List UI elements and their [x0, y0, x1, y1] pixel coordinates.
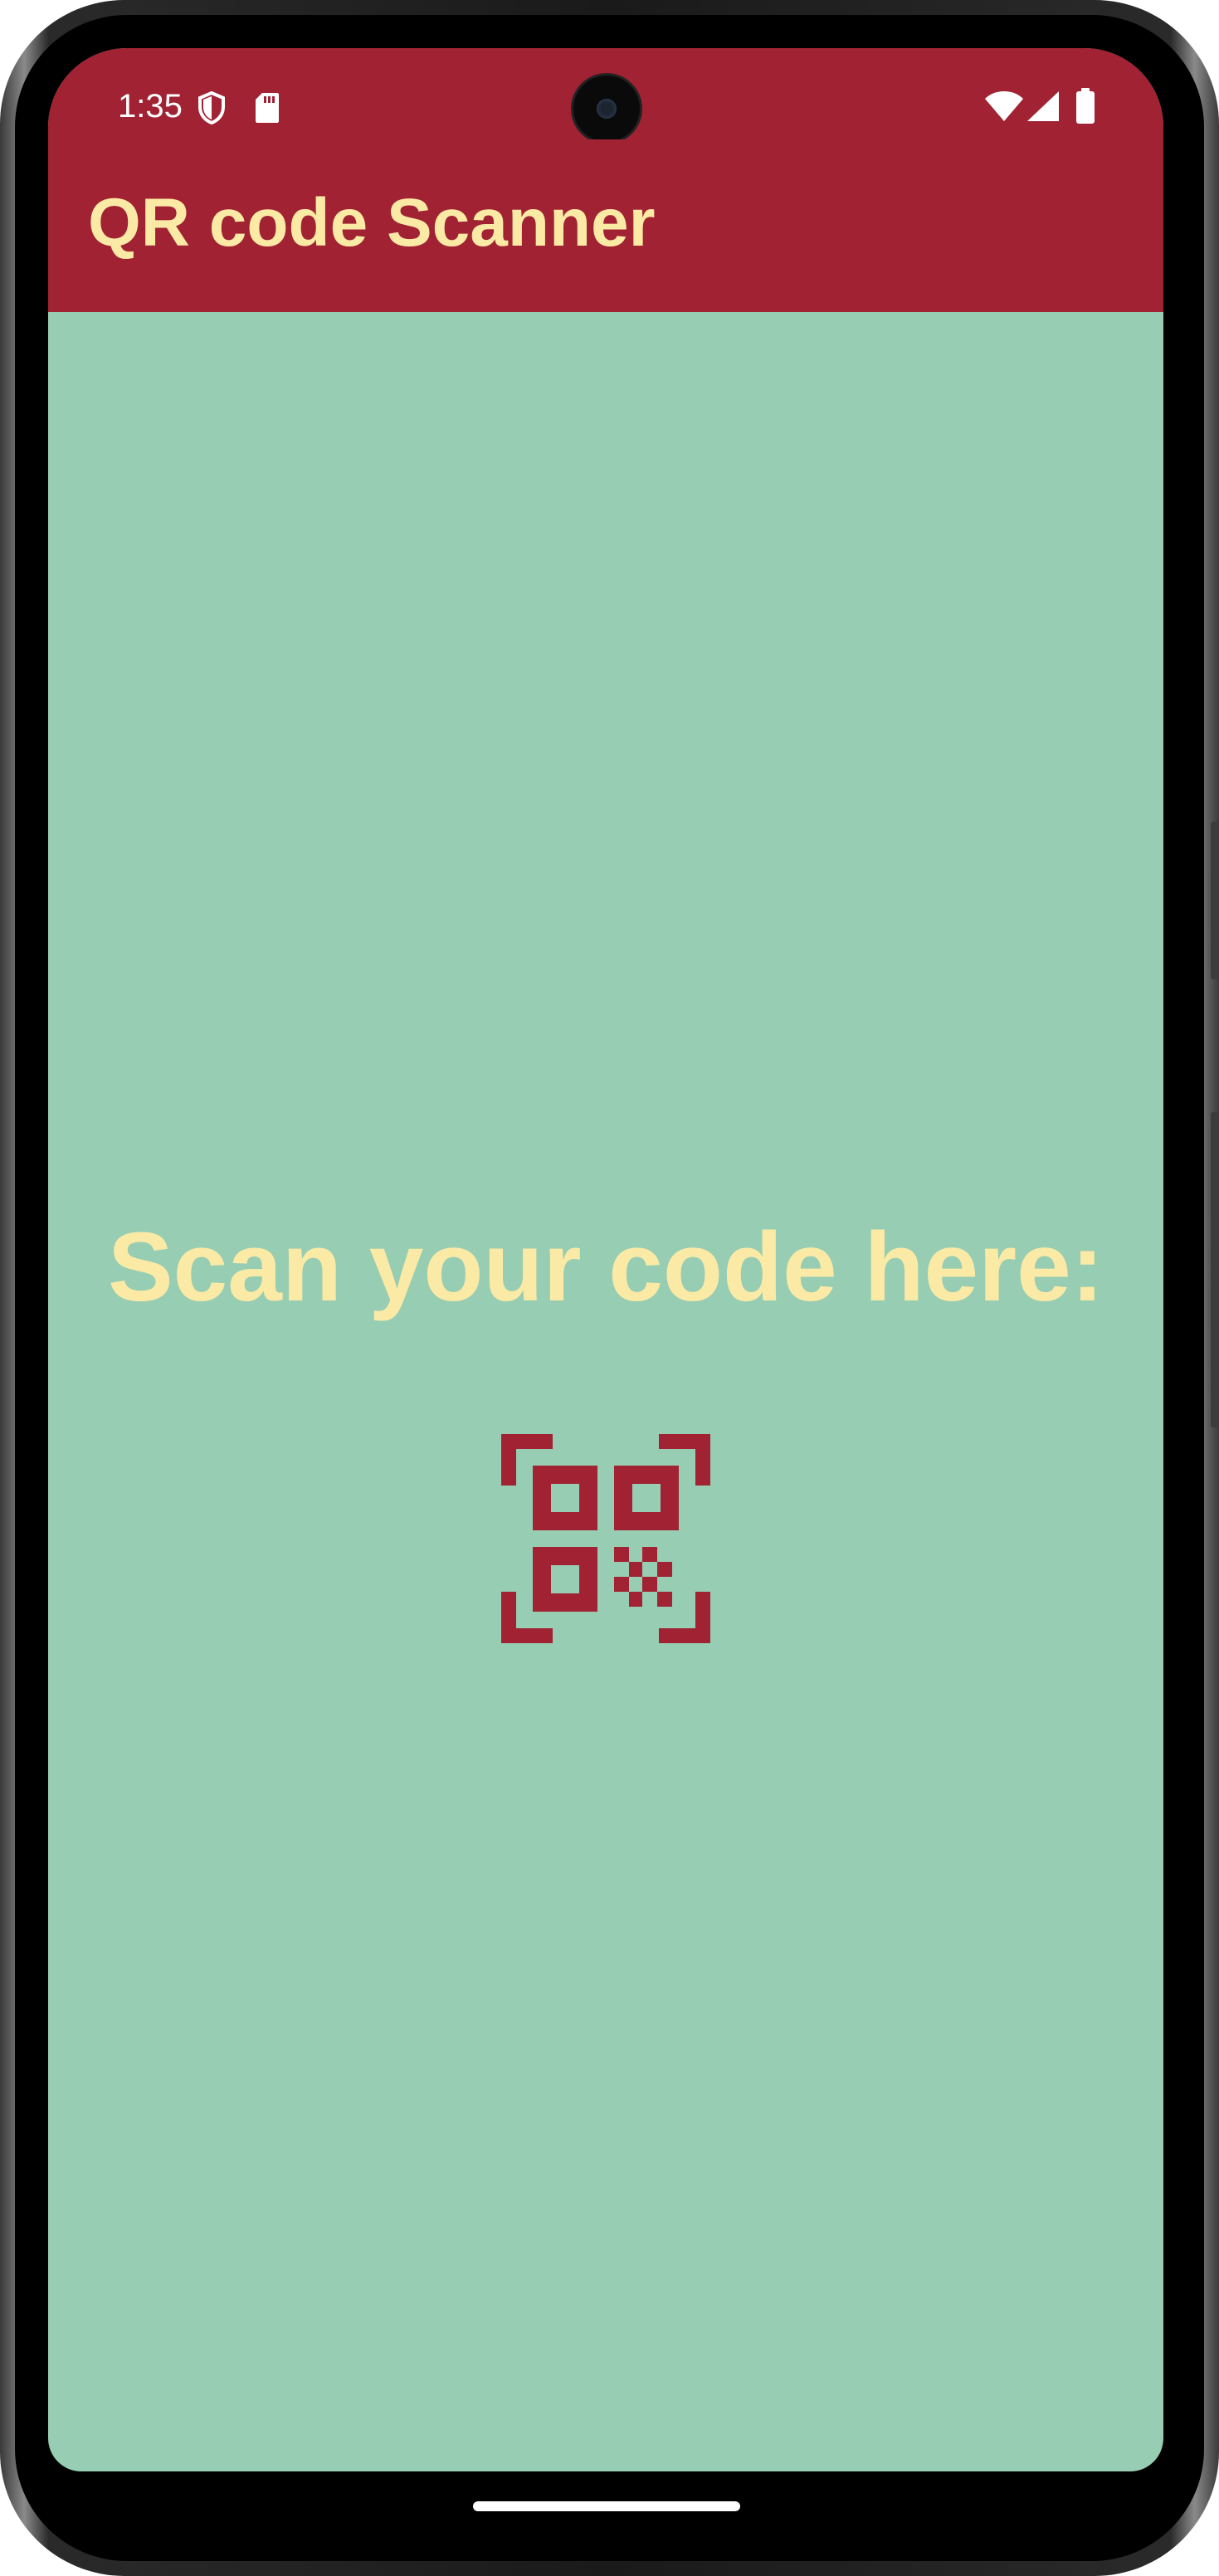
wifi-icon [984, 90, 1024, 127]
scan-prompt: Scan your code here: [107, 1212, 1104, 1322]
qr-code-scanner-icon[interactable] [501, 1434, 710, 1643]
cellular-signal-icon [1026, 90, 1061, 127]
power-button [1211, 822, 1219, 979]
app-bar: QR code Scanner [48, 139, 1163, 312]
status-time: 1:35 [118, 88, 183, 124]
volume-button [1211, 1112, 1219, 1427]
screen: 1:35 QR code Scanner Scan your code here… [48, 48, 1163, 2471]
status-bar: 1:35 [48, 48, 1163, 144]
front-camera [571, 73, 642, 144]
app-title: QR code Scanner [88, 185, 656, 261]
gesture-nav-bar [48, 2471, 1163, 2546]
battery-icon [1075, 88, 1095, 129]
main-content: Scan your code here: [48, 312, 1163, 2471]
sd-card-icon [254, 91, 280, 129]
home-gesture-handle[interactable] [473, 2501, 740, 2511]
shield-icon [197, 90, 226, 129]
